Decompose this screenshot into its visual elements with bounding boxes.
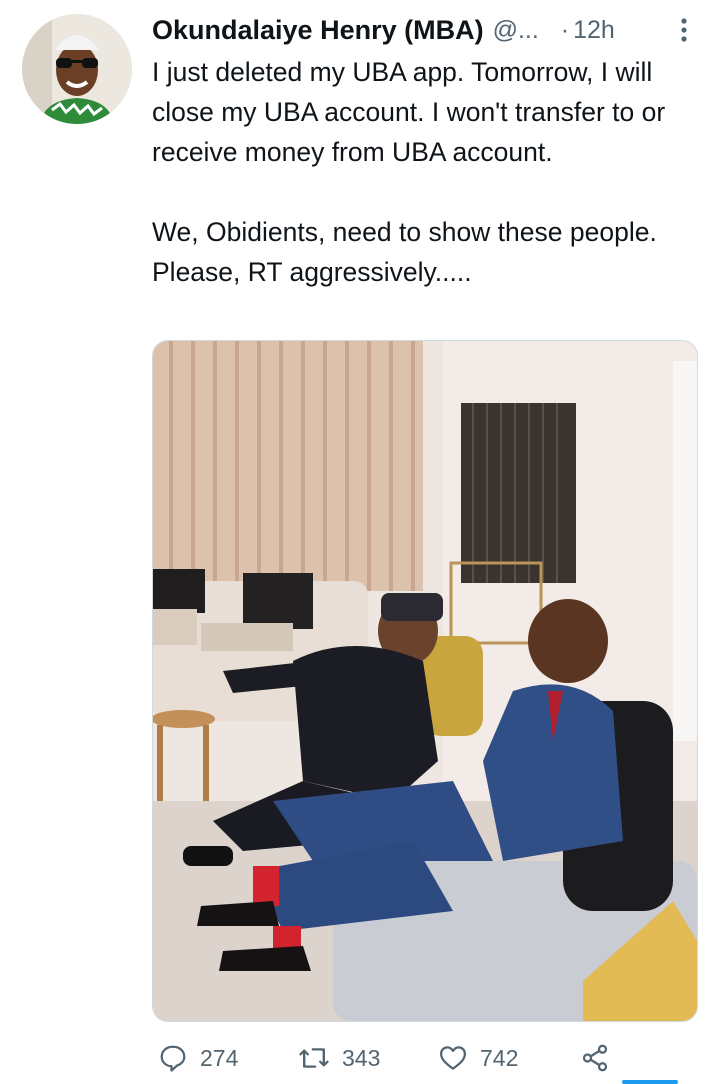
share-icon [582,1044,608,1072]
separator-dot: · [560,15,570,44]
accent-underline [622,1080,678,1084]
tweet-actions: 274 343 742 [152,1036,697,1080]
retweet-count: 343 [342,1044,381,1071]
author-name[interactable]: Okundalaiye Henry (MBA) [152,15,484,46]
retweet-icon [299,1048,329,1068]
share-button[interactable] [580,1036,610,1080]
more-vertical-icon[interactable] [679,16,689,44]
photo-image [153,341,697,1021]
author-avatar[interactable] [22,14,132,124]
tweet-paragraph: I just deleted my UBA app. Tomorrow, I w… [152,57,666,167]
tweet-header: Okundalaiye Henry (MBA) @... · 12h [152,12,697,48]
avatar-image [22,14,132,124]
reply-button[interactable]: 274 [158,1036,238,1080]
reply-count: 274 [200,1044,239,1071]
author-handle[interactable]: @... [493,16,539,45]
retweet-button[interactable]: 343 [298,1036,380,1080]
tweet-paragraph: We, Obidients, need to show these people… [152,217,657,287]
like-count: 742 [480,1044,519,1071]
tweet-text: I just deleted my UBA app. Tomorrow, I w… [152,52,697,292]
heart-icon [440,1046,466,1070]
tweet-timestamp[interactable]: 12h [573,16,615,45]
like-button[interactable]: 742 [438,1036,518,1080]
tweet-photo[interactable] [152,340,698,1022]
comment-icon [160,1045,186,1072]
